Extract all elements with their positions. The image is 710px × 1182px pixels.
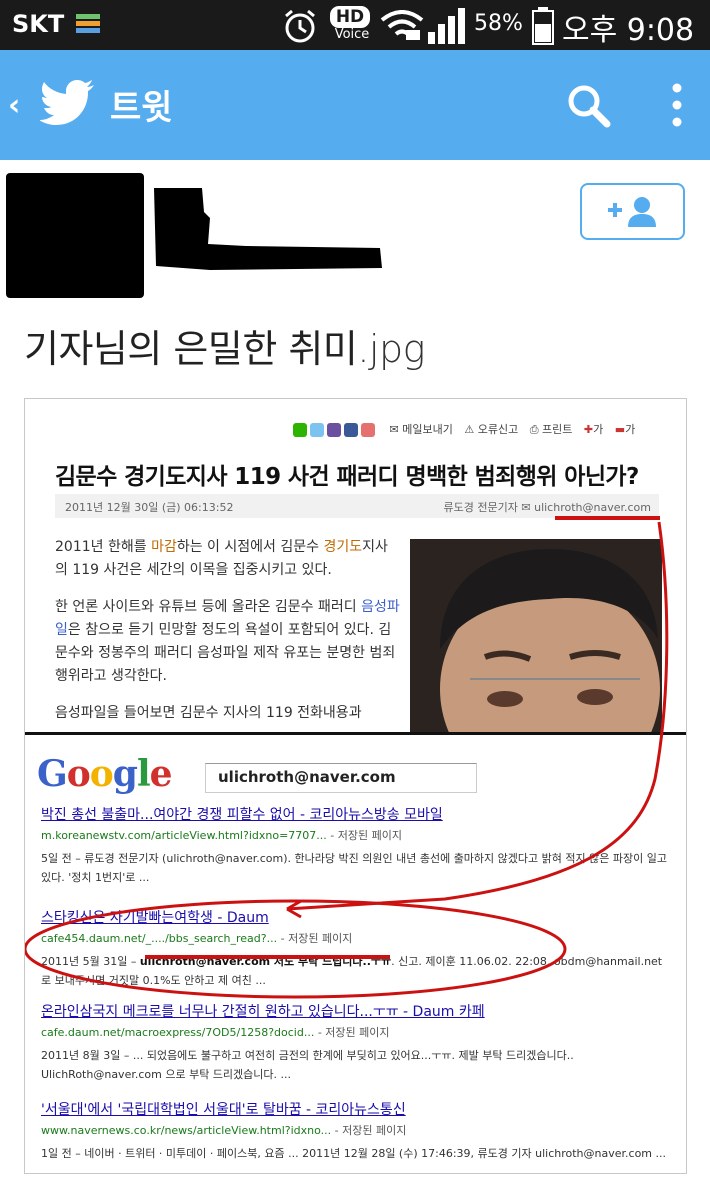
article-paragraph: 2011년 한해를 마감하는 이 시점에서 김문수 경기도지사의 119 사건은… <box>55 536 400 582</box>
font-minus: 가 <box>625 423 636 436</box>
result-title: 박진 총선 불출마...여야간 경쟁 피할수 없어 - 코리아뉴스방송 모바일 <box>41 807 443 823</box>
result-url: www.navernews.co.kr/news/articleView.htm… <box>41 1122 671 1138</box>
google-query: ulichroth@naver.com <box>218 768 396 786</box>
battery-percent: 58% <box>474 11 523 36</box>
text-run: 은 참으로 듣기 민망할 정도의 욕설이 포함되어 있다. 김문수와 정봉주의 … <box>55 622 396 684</box>
article-toolbar: ✉ 메일보내기 ⚠ 오류신고 ⎙ 프린트 ✚가 ▬가 <box>293 421 635 437</box>
keyword-link: 마감 <box>151 539 177 555</box>
wifi-icon <box>380 10 424 40</box>
redacted-avatar <box>6 173 144 298</box>
keyword-link: 경기도 <box>323 539 363 555</box>
result-url-text: cafe.daum.net/macroexpress/7OD5/1258?doc… <box>41 1026 315 1039</box>
naver-share-icon <box>293 423 307 437</box>
article-paragraph: 음성파일을 들어보면 김문수 지사의 119 전화내용과 <box>55 702 400 725</box>
result-url-text: www.navernews.co.kr/news/articleView.htm… <box>41 1124 332 1137</box>
google-search-box: ulichroth@naver.com <box>205 763 477 793</box>
result-cached: - 저장된 페이지 <box>331 1124 407 1137</box>
tweet-text-main: 기자님의 은밀한 취미 <box>24 327 358 371</box>
article-body: 2011년 한해를 마감하는 이 시점에서 김문수 경기도지사의 119 사건은… <box>55 536 400 739</box>
hd-voice-indicator: HD Voice <box>330 6 374 44</box>
facebook-share-icon <box>344 423 358 437</box>
signal-icon <box>428 8 465 44</box>
article-date: 2011년 12월 30일 (금) 06:13:52 <box>65 501 234 514</box>
search-result-highlighted: 스타킹신은 자기발빠는여학생 - Daum cafe454.daum.net/_… <box>41 907 671 990</box>
article-paragraph: 한 언론 사이트와 유튜브 등에 올라온 김문수 패러디 음성파일은 참으로 듣… <box>55 596 400 688</box>
article-photo <box>410 539 662 735</box>
result-cached: - 저장된 페이지 <box>326 829 402 842</box>
follow-button[interactable] <box>580 183 685 240</box>
font-plus-icon: ✚ <box>583 423 594 436</box>
result-snippet: 5일 전 – 류도경 전문기자 (ulichroth@naver.com). 한… <box>41 852 667 884</box>
status-bar: SKT HD Voice 58% 오후 9:08 <box>0 0 710 50</box>
annotation-underline <box>555 516 660 520</box>
print-icon: ⎙ <box>529 423 539 436</box>
report-icon: ⚠ <box>464 423 475 436</box>
twitter-bird-icon[interactable] <box>40 78 96 128</box>
back-button[interactable]: ‹ <box>8 88 20 123</box>
font-minus-icon: ▬ <box>614 423 626 436</box>
result-cached: - 저장된 페이지 <box>314 1026 390 1039</box>
share-report: 오류신고 <box>477 423 519 436</box>
search-result: 온라인삼국지 메크로를 너무나 간절히 원하고 있습니다...ㅜㅠ - Daum… <box>41 1001 671 1084</box>
carrier-label: SKT <box>12 10 65 38</box>
share-print: 프린트 <box>542 423 573 436</box>
yozm-share-icon <box>361 423 375 437</box>
hd-label: HD <box>330 6 370 28</box>
result-snippet: 2011년 8월 3일 – ... 되었음에도 불구하고 여전히 금전의 한계에… <box>41 1049 574 1081</box>
article-capture: ✉ 메일보내기 ⚠ 오류신고 ⎙ 프린트 ✚가 ▬가 김문수 경기도지사 119… <box>25 399 686 735</box>
sim-icon <box>76 14 100 33</box>
search-result: '서울대'에서 '국립대학법인 서울대'로 탈바꿈 - 코리아뉴스통신 www.… <box>41 1099 671 1163</box>
text-run: 음성파일을 들어보면 김문수 지사의 119 전화내용과 <box>55 705 362 721</box>
me2day-share-icon <box>327 423 341 437</box>
text-run: 하는 이 시점에서 김문수 <box>176 539 324 555</box>
add-user-icon <box>608 197 656 227</box>
result-url: cafe.daum.net/macroexpress/7OD5/1258?doc… <box>41 1024 671 1040</box>
twitter-share-icon <box>310 423 324 437</box>
snippet-date: 2011년 5월 31일 – <box>41 955 140 968</box>
snippet-highlight: ulichroth@naver.com 저도 부탁 드립니다..ㅜㅠ <box>139 955 392 968</box>
result-snippet: 1일 전 – 네이버 · 트위터 · 미투데이 · 페이스북, 요즘 ... 2… <box>41 1147 666 1160</box>
tweet-text-ext: .jpg <box>357 327 425 371</box>
result-snippet: 2011년 5월 31일 – ulichroth@naver.com 저도 부탁… <box>41 952 671 990</box>
result-cached: - 저장된 페이지 <box>277 932 353 945</box>
email-icon: ✉ <box>521 501 531 514</box>
text-run: 2011년 한해를 <box>55 539 152 555</box>
article-meta: 2011년 12월 30일 (금) 06:13:52 류도경 전문기자 ✉ ul… <box>55 494 659 518</box>
battery-icon <box>532 7 554 45</box>
result-url-text: cafe454.daum.net/_..../bbs_search_read?.… <box>41 932 278 945</box>
alarm-icon <box>285 9 315 43</box>
text-run: 한 언론 사이트와 유튜브 등에 올라온 김문수 패러디 <box>55 599 362 615</box>
app-bar: ‹ 트윗 <box>0 50 710 160</box>
mail-icon: ✉ <box>389 423 399 436</box>
result-title: 온라인삼국지 메크로를 너무나 간절히 원하고 있습니다...ㅜㅠ - Daum… <box>41 1004 485 1020</box>
redacted-username <box>154 188 382 270</box>
tweet-text: 기자님의 은밀한 취미.jpg <box>24 318 425 373</box>
article-email: ulichroth@naver.com <box>534 501 651 514</box>
more-vert-icon[interactable] <box>662 80 692 130</box>
article-headline: 김문수 경기도지사 119 사건 패러디 명백한 범죄행위 아닌가? <box>55 464 639 490</box>
result-url-text: m.koreanewstv.com/articleView.html?idxno… <box>41 829 327 842</box>
page-title: 트윗 <box>110 88 173 128</box>
google-logo: Google <box>37 753 173 795</box>
result-title: 스타킹신은 자기발빠는여학생 - Daum <box>41 910 269 926</box>
article-author: 류도경 전문기자 <box>443 501 518 514</box>
image-divider <box>25 732 686 735</box>
search-result: 박진 총선 불출마...여야간 경쟁 피할수 없어 - 코리아뉴스방송 모바일 … <box>41 804 671 887</box>
share-mail: 메일보내기 <box>402 423 453 436</box>
clock: 오후 9:08 <box>562 13 695 48</box>
result-url: cafe454.daum.net/_..../bbs_search_read?.… <box>41 930 671 946</box>
font-plus: 가 <box>593 423 604 436</box>
voice-label: Voice <box>334 27 370 42</box>
article-byline: 류도경 전문기자 ✉ ulichroth@naver.com <box>444 499 651 515</box>
result-title: '서울대'에서 '국립대학법인 서울대'로 탈바꿈 - 코리아뉴스통신 <box>41 1102 406 1118</box>
result-url: m.koreanewstv.com/articleView.html?idxno… <box>41 827 671 843</box>
tweet-media-image[interactable]: ✉ 메일보내기 ⚠ 오류신고 ⎙ 프린트 ✚가 ▬가 김문수 경기도지사 119… <box>24 398 687 1174</box>
search-icon[interactable] <box>565 82 613 130</box>
